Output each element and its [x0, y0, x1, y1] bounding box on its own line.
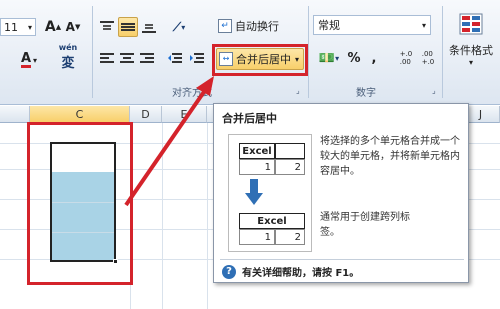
help-icon: ? [222, 264, 236, 279]
tooltip-description: 将选择的多个单元格合并成一个较大的单元格，并将新单元格内容居中。 [320, 136, 460, 177]
tooltip-note: 通常用于创建跨列标签。 [320, 212, 410, 238]
example-after-header: Excel [239, 213, 305, 229]
example-before-empty [275, 143, 305, 159]
tooltip-example: Excel 1 2 Excel 1 2 [228, 134, 312, 252]
example-before-v2: 2 [275, 159, 305, 175]
tooltip-title: 合并后居中 [222, 112, 277, 125]
example-before-header: Excel [239, 143, 275, 159]
example-after-v1: 1 [239, 229, 275, 245]
example-after-v2: 2 [275, 229, 305, 245]
tooltip-divider [220, 259, 464, 260]
help-text: 有关详细帮助，请按 F1。 [242, 268, 360, 279]
merge-center-tooltip: 合并后居中 Excel 1 2 Excel 1 2 将选择的多个单元格合并成一个… [213, 103, 469, 283]
arrow-down-icon [245, 179, 263, 205]
help-row: ? 有关详细帮助，请按 F1。 [222, 264, 359, 279]
example-before-v1: 1 [239, 159, 275, 175]
